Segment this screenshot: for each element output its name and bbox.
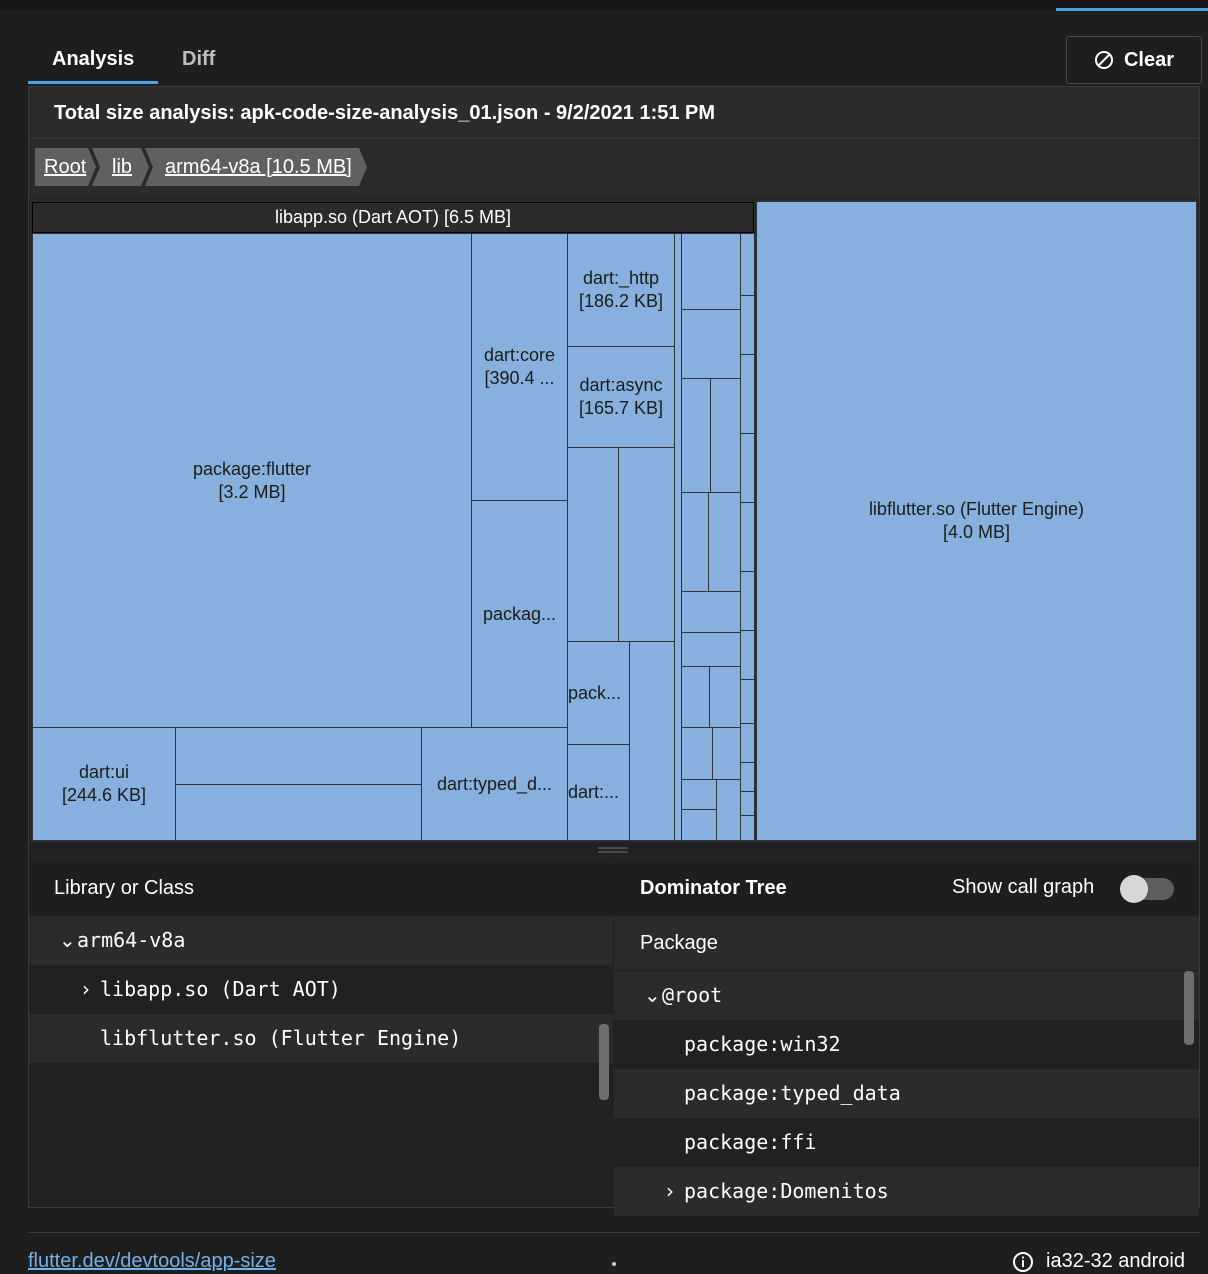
treemap-node[interactable] (618, 447, 675, 642)
tree-row[interactable]: › package:Domenitos (614, 1167, 1199, 1216)
library-table-header[interactable]: Library or Class (29, 862, 613, 914)
footer-separator-dot (612, 1262, 616, 1266)
show-call-graph-label: Show call graph (952, 876, 1095, 898)
chevron-right-icon[interactable]: › (82, 965, 100, 1014)
treemap-node[interactable] (681, 309, 741, 379)
treemap-node-pack[interactable]: pack... (567, 641, 630, 745)
dominator-tree-header: Dominator Tree (614, 862, 1199, 914)
platform-label: ia32-32 android (1046, 1250, 1185, 1272)
treemap-node[interactable] (681, 591, 741, 633)
treemap-node[interactable] (708, 492, 741, 592)
treemap-node[interactable] (681, 809, 717, 841)
treemap-node[interactable] (740, 630, 755, 680)
package-column-header[interactable]: Package (614, 916, 1199, 970)
treemap-node[interactable] (709, 666, 741, 728)
row-label: package:typed_data (684, 1081, 901, 1105)
treemap-node-dart-async[interactable]: dart:async [165.7 KB] (567, 346, 675, 448)
treemap-libapp-header[interactable]: libapp.so (Dart AOT) [6.5 MB] (32, 202, 754, 233)
table-row[interactable]: ⌄arm64-v8a (29, 916, 613, 965)
tree-row[interactable]: package:ffi (614, 1118, 1199, 1167)
tab-analysis[interactable]: Analysis (28, 34, 158, 84)
treemap-node[interactable] (740, 762, 755, 792)
treemap-node[interactable] (681, 233, 741, 310)
treemap-node-libflutter[interactable]: libflutter.so (Flutter Engine) [4.0 MB] (756, 201, 1197, 841)
tab-diff[interactable]: Diff (158, 34, 239, 84)
chevron-down-icon[interactable]: ⌄ (59, 916, 77, 965)
treemap-node[interactable] (740, 791, 755, 816)
treemap-node-dart-typed-data[interactable]: dart:typed_d... (421, 727, 568, 841)
row-label: @root (662, 983, 723, 1007)
tree-row[interactable]: ⌄@root (614, 971, 1199, 1020)
treemap-node[interactable] (681, 632, 741, 667)
breadcrumb-lib[interactable]: lib (92, 148, 149, 186)
tree-row[interactable]: package:win32 (614, 1020, 1199, 1069)
table-row[interactable]: libflutter.so (Flutter Engine) (29, 1014, 613, 1063)
row-label: libflutter.so (Flutter Engine) (100, 1026, 462, 1050)
treemap-node[interactable] (681, 779, 717, 810)
block-icon (1094, 51, 1113, 69)
treemap-node[interactable] (710, 378, 741, 493)
treemap-node[interactable] (740, 295, 755, 355)
breadcrumb-root[interactable]: Root (35, 148, 96, 186)
clear-button-label: Clear (1123, 48, 1175, 71)
row-label: arm64-v8a (77, 928, 186, 952)
row-label: package:win32 (684, 1032, 841, 1056)
treemap-node-package-flutter[interactable]: package:flutter [3.2 MB] (32, 233, 472, 728)
treemap-node-dart-ui[interactable]: dart:ui [244.6 KB] (32, 727, 176, 841)
treemap-node[interactable] (175, 784, 422, 841)
footer-divider (28, 1232, 1200, 1233)
treemap-node[interactable] (681, 727, 713, 780)
chevron-down-icon[interactable]: ⌄ (644, 971, 662, 1020)
treemap-node-dart-http[interactable]: dart:_http [186.2 KB] (567, 233, 675, 347)
panel-splitter-handle[interactable] (598, 847, 628, 855)
treemap-node-dart-core[interactable]: dart:core [390.4 ... (471, 233, 568, 501)
treemap-node[interactable] (681, 666, 710, 728)
row-label: libapp.so (Dart AOT) (100, 977, 341, 1001)
footer-platform-info: ia32-32 android (1012, 1250, 1185, 1273)
row-label: package:Domenitos (684, 1179, 889, 1203)
treemap-node[interactable] (712, 727, 741, 780)
analysis-title: Total size analysis: apk-code-size-analy… (29, 87, 1199, 139)
treemap-node-dart[interactable]: dart:... (567, 744, 630, 841)
top-strip (0, 0, 1208, 10)
footer-link[interactable]: flutter.dev/devtools/app-size (28, 1250, 276, 1273)
table-row[interactable]: › libapp.so (Dart AOT) (29, 965, 613, 1014)
active-tab-indicator (28, 81, 158, 84)
library-table-scrollbar[interactable] (599, 1024, 609, 1100)
treemap-node[interactable] (567, 447, 619, 642)
treemap-node-package[interactable]: packag... (471, 500, 568, 728)
treemap-node[interactable] (740, 679, 755, 724)
row-label: package:ffi (684, 1130, 817, 1154)
treemap-node[interactable] (740, 233, 755, 296)
treemap-node[interactable] (740, 354, 755, 434)
breadcrumb-arm64-v8a[interactable]: arm64-v8a [10.5 MB] (145, 148, 367, 186)
treemap-node[interactable] (175, 727, 422, 785)
treemap-node[interactable] (681, 492, 709, 592)
clear-button[interactable]: Clear (1066, 36, 1202, 84)
show-call-graph-toggle-knob[interactable] (1120, 875, 1148, 903)
treemap-node[interactable] (716, 779, 741, 841)
top-accent-indicator (1056, 8, 1208, 11)
treemap-node[interactable] (629, 641, 675, 841)
info-icon[interactable] (1012, 1251, 1034, 1273)
treemap-node[interactable] (740, 571, 755, 631)
treemap-node[interactable] (740, 433, 755, 503)
treemap-node[interactable] (740, 723, 755, 763)
treemap-node[interactable] (740, 815, 755, 841)
dominator-tree-scrollbar[interactable] (1184, 971, 1194, 1045)
treemap-node[interactable] (740, 502, 755, 572)
tree-row[interactable]: package:typed_data (614, 1069, 1199, 1118)
chevron-right-icon[interactable]: › (666, 1167, 684, 1216)
treemap-node[interactable] (681, 378, 711, 493)
